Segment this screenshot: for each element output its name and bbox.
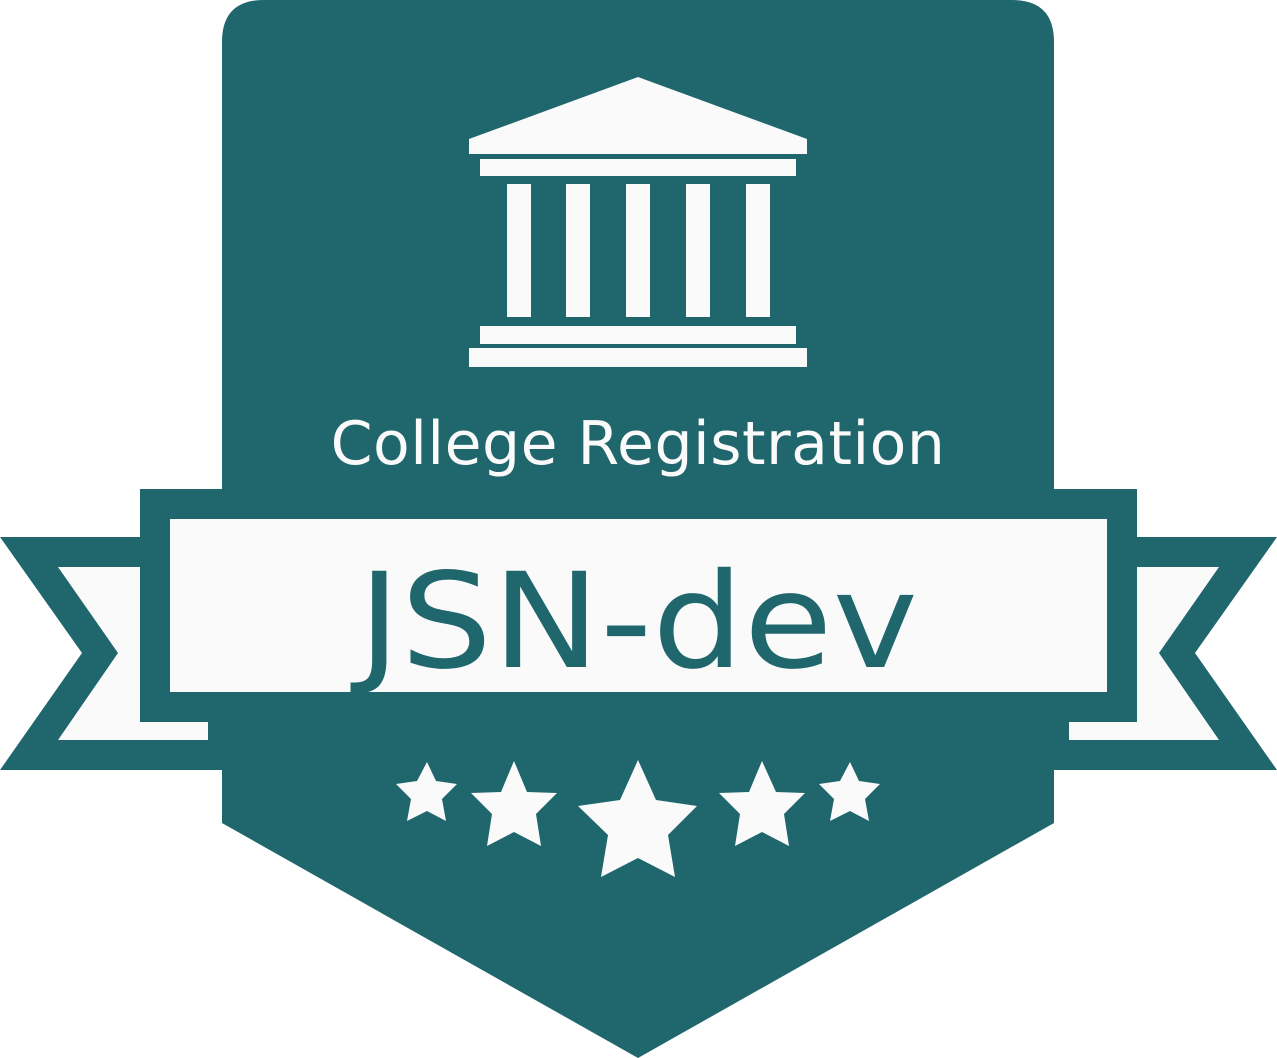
badge-subtitle: College Registration <box>331 409 946 479</box>
badge-title: JSN-dev <box>350 545 918 699</box>
registration-badge: College Registration JSN-dev <box>0 0 1277 1058</box>
